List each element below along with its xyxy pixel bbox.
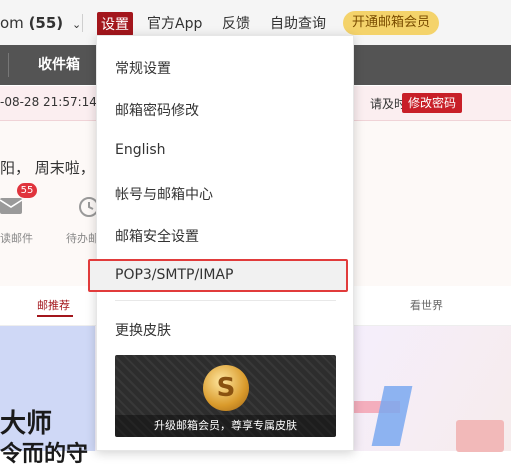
active-tab-indicator (37, 315, 73, 317)
official-app-link[interactable]: 官方App (147, 13, 202, 33)
feed-tab-recommended[interactable]: 邮推荐 (37, 297, 70, 313)
menu-divider (115, 300, 336, 301)
self-service-link[interactable]: 自助查询 (270, 13, 326, 33)
vip-button[interactable]: 开通邮箱会员 (343, 11, 440, 35)
account-domain: om (0, 14, 24, 32)
last-login-time: -08-28 21:57:14 (0, 95, 97, 109)
change-password-button[interactable]: 修改密码 (402, 93, 463, 113)
menu-item-change-password[interactable]: 邮箱密码修改 (115, 100, 199, 120)
envelope-illustration (456, 420, 504, 452)
feed-tab-world[interactable]: 看世界 (410, 297, 443, 313)
mail-icon[interactable] (0, 196, 24, 216)
settings-dropdown-menu: 常规设置 邮箱密码修改 English 帐号与邮箱中心 邮箱安全设置 POP3/… (88, 35, 354, 451)
feedback-link[interactable]: 反馈 (222, 13, 250, 33)
menu-item-change-skin[interactable]: 更换皮肤 (115, 320, 171, 340)
notice-text: 请及时 (370, 97, 407, 111)
account-unread-count: (55) (28, 14, 64, 32)
coin-icon: S (203, 365, 249, 411)
menu-item-account-center[interactable]: 帐号与邮箱中心 (115, 184, 213, 204)
tab-inbox[interactable]: 收件箱 (38, 45, 80, 85)
skin-promo-card[interactable]: S 升级邮箱会员，尊享专属皮肤 (115, 355, 336, 437)
menu-item-general-settings[interactable]: 常规设置 (115, 58, 171, 78)
divider (82, 14, 83, 32)
menu-item-security-settings[interactable]: 邮箱安全设置 (115, 226, 199, 246)
skin-promo-caption: 升级邮箱会员，尊享专属皮肤 (115, 415, 336, 437)
settings-button[interactable]: 设置 (97, 12, 133, 36)
todo-mail-label[interactable]: 待办邮 (66, 230, 99, 246)
account-switcher[interactable]: om (55) ⌄ (0, 14, 81, 32)
menu-item-english[interactable]: English (115, 142, 166, 158)
tab-divider (8, 53, 9, 77)
banner-title: 大师 (0, 409, 53, 439)
banner-subtitle: 令而的守 (0, 442, 89, 467)
chevron-down-icon: ⌄ (71, 18, 82, 31)
unread-count-badge: 55 (17, 183, 37, 198)
unread-mail-label[interactable]: 读邮件 (0, 230, 33, 246)
greeting-text: 阳， 周末啦， (0, 159, 95, 177)
menu-item-pop3-smtp-imap[interactable]: POP3/SMTP/IMAP (115, 267, 233, 283)
